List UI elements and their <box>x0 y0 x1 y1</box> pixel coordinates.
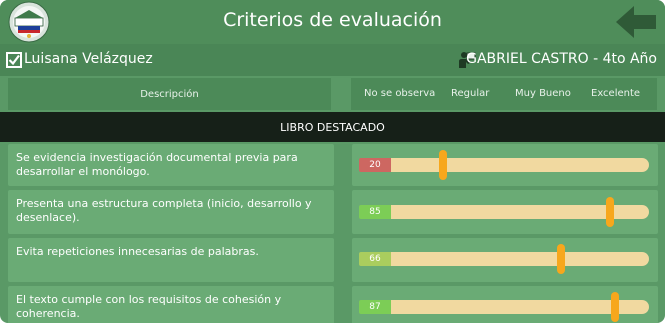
description-column-header: Descripción <box>8 78 331 110</box>
score-slider-track[interactable] <box>391 197 649 227</box>
page-title: Criterios de evaluación <box>223 9 442 31</box>
criterion-description: El texto cumple con los requisitos de co… <box>8 286 334 323</box>
score-badge: 66 <box>359 252 391 266</box>
info-bar: Luisana Velázquez GABRIEL CASTRO - 4to A… <box>0 44 665 76</box>
student-name: Luisana Velázquez <box>24 51 153 67</box>
criterion-rating: 85 <box>352 190 658 234</box>
criterion-description: Evita repeticiones innecesarias de palab… <box>8 238 334 282</box>
score-slider-track[interactable] <box>391 150 649 180</box>
level-label-excelente: Excelente <box>591 88 641 99</box>
criterion-rating: 20 <box>352 144 658 186</box>
criterion-description: Presenta una estructura completa (inicio… <box>8 190 334 234</box>
level-label-muy-bueno: Muy Bueno <box>515 88 571 99</box>
score-slider-track[interactable] <box>391 244 649 274</box>
checkbox-icon[interactable] <box>6 52 22 68</box>
teacher-course: GABRIEL CASTRO - 4to Año <box>466 51 657 67</box>
evaluation-app: Criterios de evaluación Luisana Velázque… <box>0 0 665 323</box>
score-badge: 85 <box>359 205 391 219</box>
score-slider-track[interactable] <box>391 292 649 322</box>
levels-column-header: No se observa Regular Muy Bueno Excelent… <box>351 78 657 110</box>
level-label-regular: Regular <box>451 88 490 99</box>
back-arrow-icon[interactable] <box>612 2 660 42</box>
level-label-no-se-observa: No se observa <box>364 88 436 99</box>
header: Criterios de evaluación <box>0 0 665 44</box>
criterion-description: Se evidencia investigación documental pr… <box>8 144 334 186</box>
criterion-rating: 87 <box>352 286 658 323</box>
score-slider-thumb[interactable] <box>606 197 615 227</box>
score-slider-thumb[interactable] <box>557 244 566 274</box>
score-badge: 20 <box>359 158 391 172</box>
score-slider-thumb[interactable] <box>438 150 447 180</box>
score-badge: 87 <box>359 300 391 314</box>
section-title: LIBRO DESTACADO <box>0 112 665 142</box>
criterion-rating: 66 <box>352 238 658 282</box>
score-slider-thumb[interactable] <box>611 292 620 322</box>
